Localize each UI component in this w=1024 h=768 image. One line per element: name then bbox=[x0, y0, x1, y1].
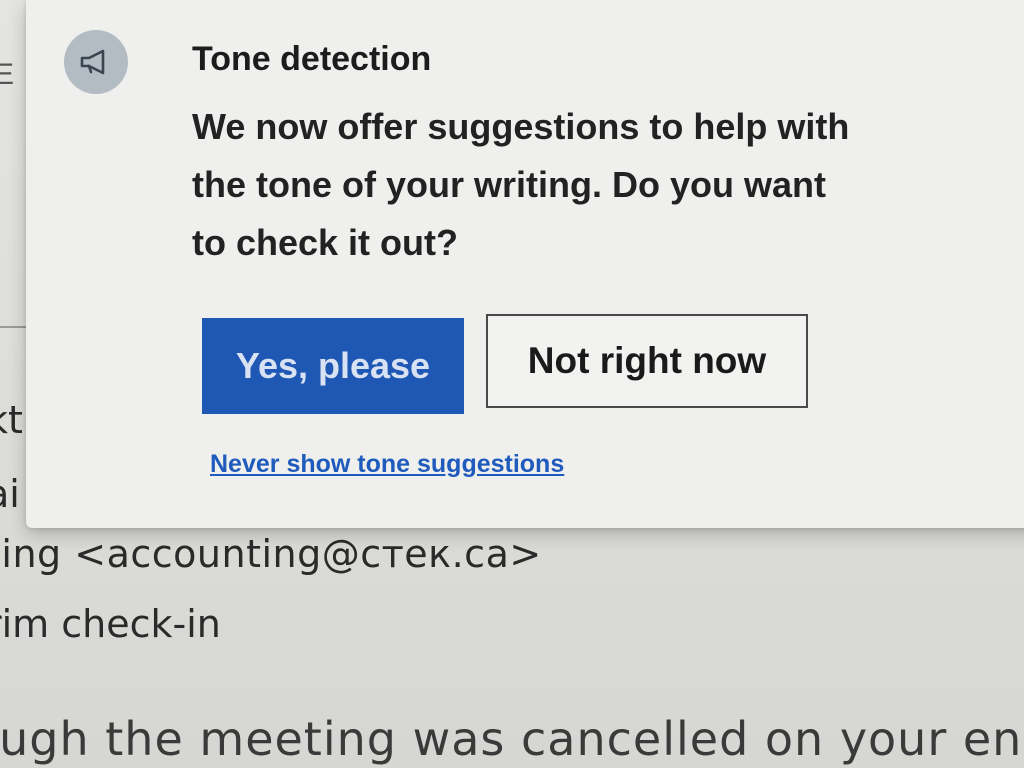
partial-header-char: E bbox=[0, 58, 15, 91]
email-body-line: ough the meeting was cancelled on your e… bbox=[0, 712, 1023, 766]
partial-label-2: ai bbox=[0, 472, 20, 516]
partial-label-1: kt bbox=[0, 398, 23, 442]
tone-detection-callout: Tone detection We now offer suggestions … bbox=[26, 0, 1024, 528]
email-subject: rim check-in bbox=[0, 602, 221, 646]
callout-title: Tone detection bbox=[192, 40, 432, 78]
yes-please-button[interactable]: Yes, please bbox=[202, 318, 464, 414]
email-from: ting <accounting@стек.ca> bbox=[0, 532, 542, 576]
megaphone-icon bbox=[64, 30, 128, 94]
not-right-now-button[interactable]: Not right now bbox=[486, 314, 808, 408]
callout-message: We now offer suggestions to help with th… bbox=[192, 106, 850, 263]
never-show-tone-suggestions-link[interactable]: Never show tone suggestions bbox=[210, 450, 564, 479]
